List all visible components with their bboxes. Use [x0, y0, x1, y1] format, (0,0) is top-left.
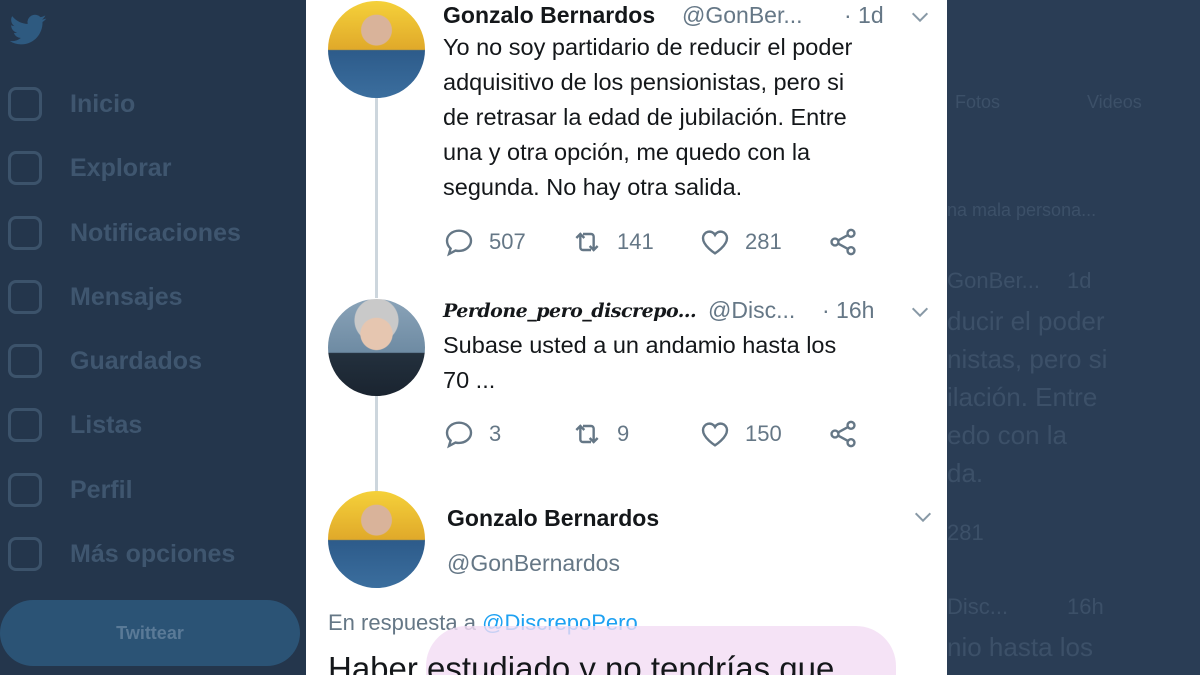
bg-fragment: 1d [1067, 268, 1092, 293]
tweet-author-handle[interactable]: @Disc... [708, 297, 795, 324]
bg-fragment: nio hasta los [947, 632, 1093, 662]
retweet-icon [575, 232, 599, 252]
share-icon [830, 420, 856, 448]
share-icon [830, 228, 856, 256]
chevron-down-icon[interactable] [909, 301, 931, 323]
bell-icon [8, 216, 42, 250]
retweet-count: 9 [617, 421, 630, 446]
tweet-author-name[interactable]: Perdone_pero_discrepo... [443, 300, 697, 322]
tweet-text: Yo no soy partidario de reducir el poder… [443, 34, 853, 200]
hashtag-icon [8, 151, 42, 185]
bg-fragment: 16h [1067, 594, 1104, 619]
tweet-thread-panel: Gonzalo Bernardos @GonBer... · 1d Yo no … [306, 0, 947, 675]
reply-count: 3 [489, 421, 502, 446]
avatar[interactable] [328, 491, 425, 588]
tweet-time[interactable]: · 1d [844, 2, 884, 29]
reply-icon [445, 229, 473, 257]
avatar[interactable] [328, 299, 425, 396]
bookmark-icon [8, 344, 42, 378]
more-options-icon [8, 537, 42, 571]
background-sidebar: Inicio Explorar Notificaciones Mensajes … [0, 0, 306, 675]
bg-nav-home: Inicio [8, 84, 135, 124]
bg-fragment: ilación. Entre [947, 382, 1098, 412]
retweet-count: 141 [617, 229, 654, 254]
tweet-author-handle[interactable]: @GonBer... [682, 2, 803, 29]
profile-icon [8, 473, 42, 507]
retweet-button[interactable]: 141 [571, 226, 699, 258]
bg-fragment: Disc... [947, 594, 1009, 619]
tweet-author-name[interactable]: Gonzalo Bernardos [443, 2, 655, 29]
like-button[interactable]: 150 [699, 418, 827, 450]
bg-fragment: nistas, pero si [947, 344, 1108, 374]
tweet-text: Haber estudiado y no tendrías que [328, 650, 835, 675]
tweet-actions: 3 9 150 [443, 414, 873, 454]
bg-nav-lists: Listas [8, 405, 142, 445]
reply-button[interactable]: 507 [443, 226, 571, 258]
bg-fragment: ducir el poder [947, 306, 1105, 336]
retweet-icon [575, 424, 599, 444]
share-button[interactable] [827, 226, 873, 258]
bg-fragment: da. [947, 458, 984, 488]
tweet-text: Subase usted a un andamio hasta los 70 .… [443, 332, 837, 393]
bg-fragment: 281 [947, 520, 984, 545]
bg-tweet-button: Twittear [0, 600, 300, 666]
list-icon [8, 408, 42, 442]
thread-connector [375, 396, 378, 492]
twitter-bird-icon [9, 14, 47, 45]
retweet-button[interactable]: 9 [571, 418, 699, 450]
like-count: 150 [745, 421, 782, 446]
bg-nav-messages: Mensajes [8, 277, 183, 317]
share-button[interactable] [827, 418, 873, 450]
heart-icon [701, 230, 729, 255]
bg-nav-notifications: Notificaciones [8, 213, 241, 253]
chevron-down-icon[interactable] [912, 506, 934, 528]
background-right-column: Fotos Videos na mala persona... GonBer..… [947, 0, 1200, 675]
bg-fragment: na mala persona... [947, 200, 1097, 220]
bg-tab-photos: Fotos [955, 92, 1001, 112]
bg-tab-videos: Videos [1087, 92, 1142, 112]
heart-icon [701, 422, 729, 447]
reply-icon [445, 421, 473, 449]
tweet-time[interactable]: · 16h [822, 297, 874, 324]
bg-fragment: edo con la [947, 420, 1067, 450]
tweet-author-handle[interactable]: @GonBernardos [447, 550, 620, 577]
bg-nav-explore: Explorar [8, 148, 171, 188]
thread-connector [375, 98, 378, 298]
reply-button[interactable]: 3 [443, 418, 571, 450]
home-icon [8, 87, 42, 121]
bg-nav-more: Más opciones [8, 534, 235, 574]
chevron-down-icon[interactable] [909, 6, 931, 28]
reply-count: 507 [489, 229, 526, 254]
like-count: 281 [745, 229, 782, 254]
tweet-actions: 507 141 281 [443, 222, 873, 262]
bg-nav-bookmarks: Guardados [8, 341, 202, 381]
bg-fragment: GonBer... [947, 268, 1040, 293]
like-button[interactable]: 281 [699, 226, 827, 258]
avatar[interactable] [328, 1, 425, 98]
bg-nav-profile: Perfil [8, 470, 133, 510]
mail-icon [8, 280, 42, 314]
tweet-author-name[interactable]: Gonzalo Bernardos [447, 505, 659, 532]
